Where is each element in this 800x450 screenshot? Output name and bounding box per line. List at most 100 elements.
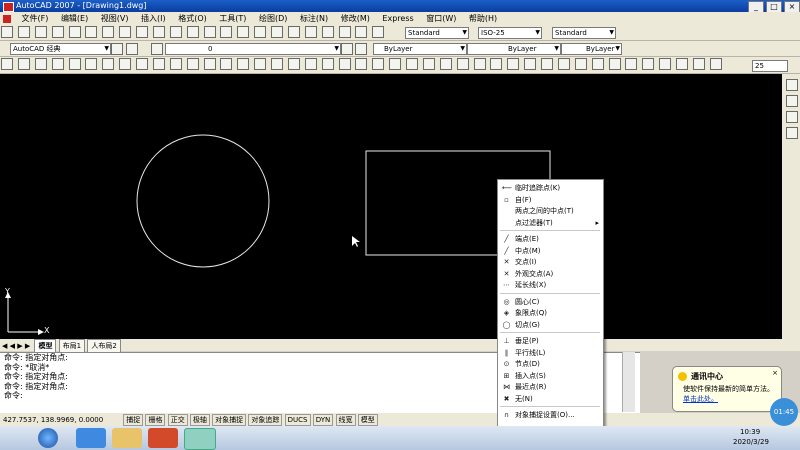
offset-icon[interactable] (372, 58, 385, 70)
context-menu-item[interactable]: ⊥ 垂足(P) (498, 336, 603, 346)
start-button[interactable] (38, 428, 58, 448)
layer-combo[interactable]: 0 ▼ (165, 43, 341, 55)
command-scrollbar[interactable] (622, 352, 635, 412)
copy-object-icon[interactable] (338, 58, 351, 70)
dim-radius-icon[interactable] (659, 58, 672, 70)
publish-icon[interactable] (85, 26, 98, 38)
trim-icon[interactable] (473, 58, 486, 70)
help-icon[interactable] (372, 26, 385, 38)
sheet-set-icon[interactable] (321, 26, 334, 38)
table-icon[interactable] (287, 58, 300, 70)
context-menu-item[interactable]: ∩ 对象捕捉设置(O)... (498, 410, 603, 420)
layer-previous-icon[interactable] (355, 43, 367, 55)
markup-icon[interactable] (338, 26, 351, 38)
workspace-settings-icon[interactable] (111, 43, 123, 55)
save-icon[interactable] (34, 26, 47, 38)
mirror-icon[interactable] (355, 58, 368, 70)
linetype-combo[interactable]: ByLayer ▼ (467, 43, 561, 55)
menu-insert[interactable]: 插入(I) (136, 12, 171, 25)
rotate-icon[interactable] (422, 58, 435, 70)
tab-model[interactable]: 模型 (34, 339, 57, 353)
explorer-icon[interactable] (112, 428, 142, 448)
osnap-int-icon[interactable] (786, 127, 798, 139)
context-menu-item[interactable]: 点过滤器(T) ▸ (498, 218, 603, 228)
model-toggle[interactable]: 模型 (357, 414, 378, 426)
timer-bubble[interactable]: 01:45 (770, 398, 798, 426)
context-menu-item[interactable]: ╱ 端点(E) (498, 234, 603, 244)
new-icon[interactable] (1, 26, 13, 38)
menu-view[interactable]: 视图(V) (96, 12, 134, 25)
context-menu-item[interactable]: ⋯ 延长线(X) (498, 280, 603, 290)
design-center-icon[interactable] (287, 26, 300, 38)
menu-tools[interactable]: 工具(T) (214, 12, 251, 25)
ducs-toggle[interactable]: DUCS (284, 414, 311, 426)
spline-icon[interactable] (136, 58, 148, 70)
make-current-icon[interactable] (341, 43, 353, 55)
table-style-combo[interactable]: Standard ▼ (552, 27, 616, 39)
workspace-save-icon[interactable] (126, 43, 138, 55)
break-icon[interactable] (507, 58, 520, 70)
join-icon[interactable] (524, 58, 537, 70)
lineweight-toggle[interactable]: 线宽 (335, 414, 356, 426)
mtext-icon[interactable] (304, 58, 317, 70)
circle-icon[interactable] (102, 58, 115, 70)
context-menu-item[interactable]: ∥ 平行线(L) (498, 348, 603, 358)
chamfer-icon[interactable] (541, 58, 553, 70)
menu-window[interactable]: 窗口(W) (421, 12, 461, 25)
polyline-icon[interactable] (34, 58, 47, 70)
gradient-icon[interactable] (254, 58, 267, 70)
cut-icon[interactable] (102, 26, 115, 38)
tab-layout1[interactable]: 布局1 (58, 339, 86, 353)
close-icon[interactable]: × (772, 369, 778, 377)
context-menu-item[interactable]: ✕ 交点(I) (498, 257, 603, 267)
move-icon[interactable] (406, 58, 418, 70)
insert-block-icon[interactable] (186, 58, 199, 70)
context-menu-item[interactable]: ◯ 切点(G) (498, 320, 603, 330)
communication-center-balloon[interactable]: 通讯中心 使软件保持最新的简单方法。 单击此处。 × (672, 366, 782, 412)
menu-modify[interactable]: 修改(M) (336, 12, 375, 25)
context-menu-item[interactable]: 两点之间的中点(T) (498, 206, 603, 216)
ortho-toggle[interactable]: 正交 (167, 414, 188, 426)
revcloud-icon[interactable] (119, 58, 132, 70)
properties-icon[interactable] (271, 26, 283, 38)
dyn-toggle[interactable]: DYN (312, 414, 334, 426)
context-menu-item[interactable]: ╱ 中点(M) (498, 246, 603, 256)
calculator-icon[interactable] (355, 26, 368, 38)
line-icon[interactable] (1, 58, 13, 70)
osnap-toggle[interactable]: 对象捕捉 (212, 414, 247, 426)
tab-layout2[interactable]: 人布局2 (87, 339, 121, 353)
notification-link[interactable]: 单击此处。 (683, 394, 718, 404)
osnap-temp-icon[interactable] (786, 79, 798, 91)
open-icon[interactable] (17, 26, 30, 38)
menu-edit[interactable]: 编辑(E) (56, 12, 93, 25)
undo-icon[interactable] (169, 26, 182, 38)
menu-format[interactable]: 格式(O) (173, 12, 212, 25)
context-menu-item[interactable]: ▫ 自(F) (498, 195, 603, 205)
menu-express[interactable]: Express (377, 12, 418, 25)
osnap-mid-icon[interactable] (786, 111, 798, 123)
drawing-area[interactable]: Y X (0, 74, 782, 339)
erase-icon[interactable] (321, 58, 334, 70)
construction-line-icon[interactable] (17, 58, 30, 70)
otrack-toggle[interactable]: 对象追踪 (248, 414, 283, 426)
scale-icon[interactable] (439, 58, 452, 70)
ellipse-icon[interactable] (152, 58, 165, 70)
menu-dimension[interactable]: 标注(N) (295, 12, 333, 25)
context-menu-item[interactable]: ✕ 外观交点(A) (498, 269, 603, 279)
ie-icon[interactable] (76, 428, 106, 448)
snap-toggle[interactable]: 捕捉 (123, 414, 144, 426)
dim-arc-icon[interactable] (625, 58, 638, 70)
context-menu-item[interactable]: ⊙ 节点(D) (498, 359, 603, 369)
explode-icon[interactable] (574, 58, 587, 70)
make-block-icon[interactable] (203, 58, 216, 70)
ellipse-arc-icon[interactable] (169, 58, 182, 70)
dim-jogged-icon[interactable] (676, 58, 688, 70)
tab-nav-arrows[interactable]: ◀ ◀ ▶ ▶ (0, 342, 32, 350)
context-menu-item[interactable]: ◎ 圆心(C) (498, 297, 603, 307)
polygon-icon[interactable] (51, 58, 64, 70)
dim-linear-icon[interactable] (591, 58, 604, 70)
dim-diameter-icon[interactable] (692, 58, 705, 70)
grid-toggle[interactable]: 栅格 (145, 414, 166, 426)
rectangle-icon[interactable] (68, 58, 81, 70)
menu-help[interactable]: 帮助(H) (464, 12, 502, 25)
